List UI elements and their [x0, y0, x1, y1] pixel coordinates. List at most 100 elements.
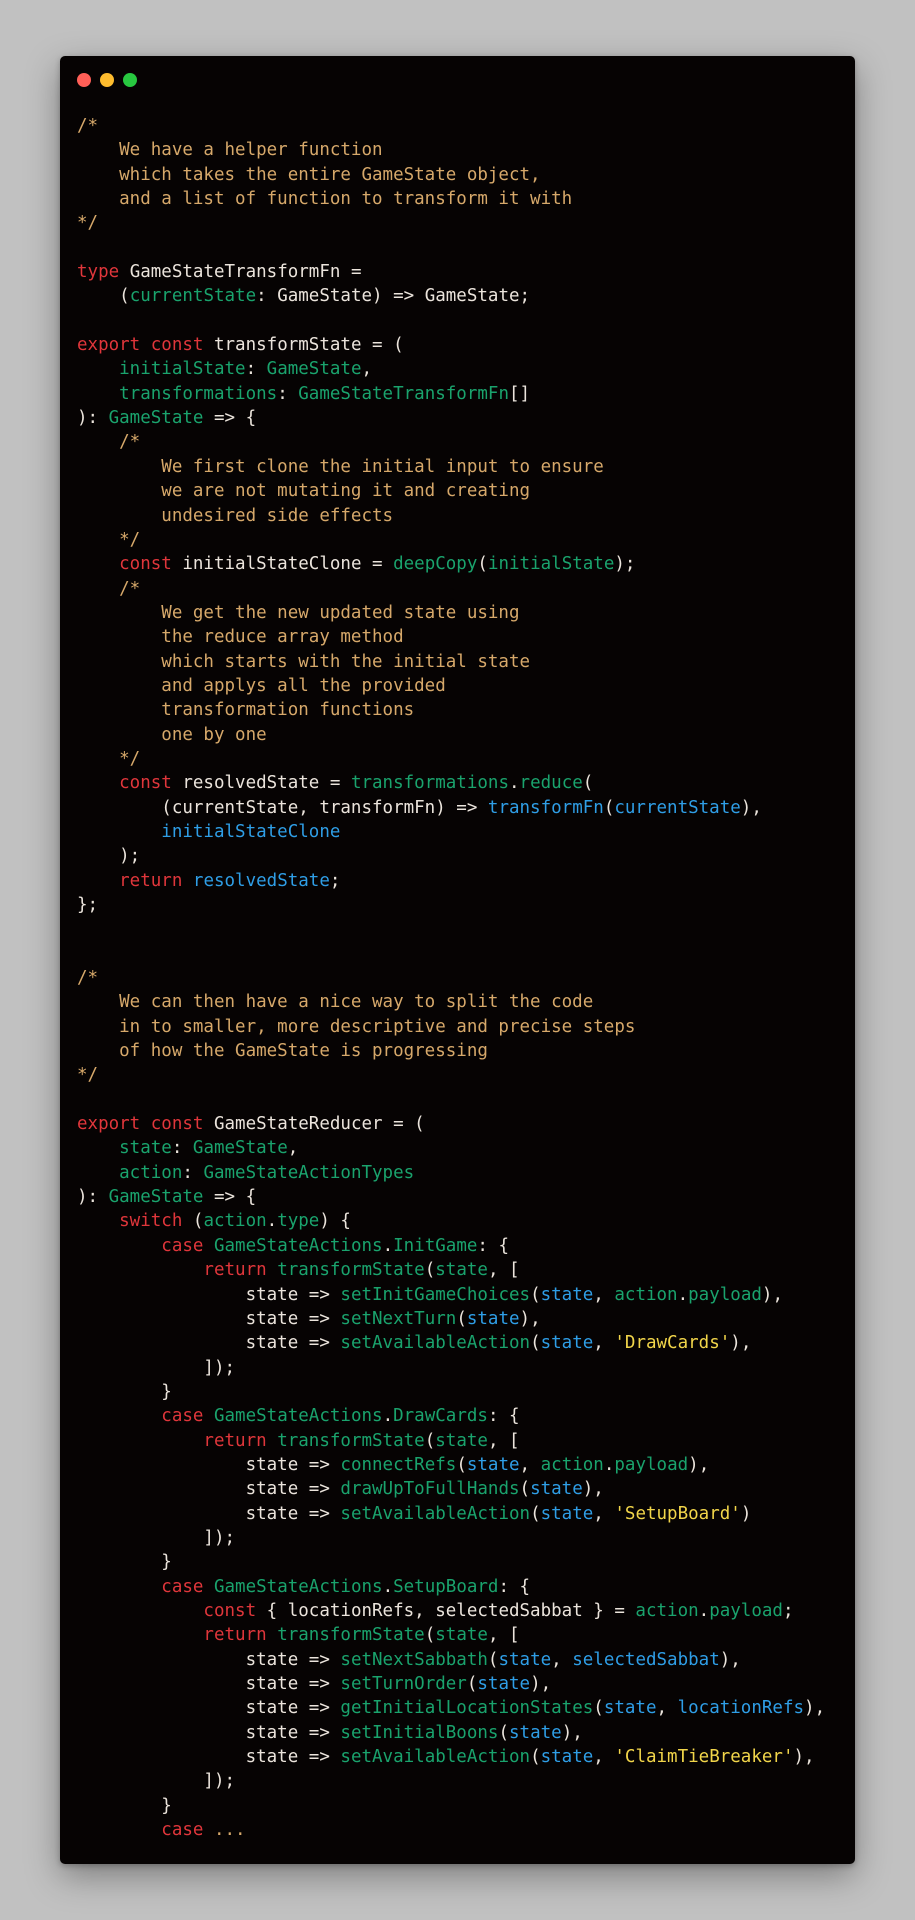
code-token: setAvailableAction — [340, 1333, 531, 1354]
code-token: ... — [213, 1820, 246, 1841]
code-token: => { — [203, 408, 257, 429]
code-token: drawUpToFullHands — [340, 1479, 520, 1500]
code-token: We get the new updated state using — [77, 602, 520, 623]
code-line: */ — [77, 1063, 825, 1087]
code-token: setNextSabbath — [340, 1649, 488, 1670]
code-token: ( — [456, 1308, 467, 1329]
code-line: transformations: GameStateTransformFn[] — [77, 382, 825, 406]
code-token: ( — [498, 1722, 509, 1743]
code-token: locationRefs — [677, 1698, 805, 1719]
code-line: state => connectRefs(state, action.paylo… — [77, 1453, 825, 1477]
code-line: ): GameState => { — [77, 406, 825, 430]
code-token: state — [530, 1479, 583, 1500]
code-token: state — [477, 1674, 531, 1694]
code-token: ( — [530, 1503, 541, 1524]
code-token: GameStateTransformFn = — [119, 262, 362, 283]
code-token: : — [171, 1138, 193, 1159]
code-line: const resolvedState = transformations.re… — [77, 771, 825, 795]
code-token: (currentState, transformFn) => — [77, 797, 488, 818]
minimize-button[interactable] — [100, 73, 114, 87]
code-token: GameStateActionTypes — [203, 1162, 415, 1183]
code-line: ]); — [77, 1769, 825, 1793]
code-token: ( — [603, 797, 615, 818]
code-token: */ — [77, 529, 141, 550]
code-line: return transformState(state, [ — [77, 1429, 825, 1453]
code-token: We first clone the initial input to ensu… — [77, 456, 604, 477]
code-token: return — [77, 1625, 267, 1646]
code-token: resolvedState = — [171, 773, 351, 794]
code-line: /* — [77, 114, 825, 138]
code-token: . — [698, 1600, 710, 1621]
code-token: */ — [77, 748, 141, 769]
code-line: state => setAvailableAction(state, 'Clai… — [77, 1745, 825, 1769]
code-token: setNextTurn — [340, 1308, 457, 1329]
code-token: action — [203, 1211, 267, 1232]
code-token: case — [77, 1406, 204, 1427]
code-token: state — [540, 1284, 594, 1305]
code-token: ; — [329, 870, 341, 891]
code-token: state => — [77, 1308, 341, 1329]
code-token: /* — [77, 578, 141, 599]
code-line: */ — [77, 747, 825, 771]
code-line: state => setInitialBoons(state), — [77, 1721, 825, 1745]
code-token: in to smaller, more descriptive and prec… — [77, 1016, 636, 1037]
code-token: transformState = ( — [203, 335, 404, 356]
code-token: connectRefs — [340, 1454, 457, 1475]
code-token: selectedSabbat — [572, 1649, 720, 1670]
code-token: ; — [782, 1600, 794, 1621]
code-token: const — [77, 1600, 257, 1621]
code-token: GameState — [192, 1138, 288, 1159]
code-token: state => — [77, 1722, 341, 1743]
code-token: We have a helper function — [77, 140, 383, 161]
code-token: ), — [561, 1722, 583, 1743]
code-token: . — [266, 1211, 278, 1232]
code-token: , — [519, 1454, 541, 1475]
code-line: case GameStateActions.SetupBoard: { — [77, 1575, 825, 1599]
code-token: => { — [203, 1187, 257, 1208]
code-token: . — [509, 773, 520, 794]
code-token: state — [540, 1747, 594, 1768]
code-line: /* — [77, 966, 825, 990]
code-token: : — [277, 383, 299, 404]
code-token: ( — [593, 1698, 604, 1719]
close-button[interactable] — [77, 73, 91, 87]
code-token: state — [466, 1454, 520, 1475]
code-token: GameStateReducer = ( — [203, 1114, 425, 1135]
code-line: initialStateClone — [77, 820, 825, 844]
code-token: we are not mutating it and creating — [77, 481, 531, 502]
code-line: undesired side effects — [77, 504, 825, 528]
code-token: initialStateClone — [77, 821, 341, 842]
code-token: transformations — [350, 773, 509, 794]
code-line: }; — [77, 893, 825, 917]
code-token: ( — [477, 554, 488, 575]
code-token: payload — [614, 1454, 689, 1475]
code-token: setTurnOrder — [340, 1674, 467, 1694]
code-token: */ — [77, 1065, 99, 1086]
code-token: undesired side effects — [77, 505, 394, 526]
code-line: ): GameState => { — [77, 1185, 825, 1209]
code-token: ( — [424, 1260, 436, 1281]
code-token: , — [361, 359, 373, 380]
code-token: ), — [740, 797, 762, 818]
code-token: state — [435, 1625, 488, 1646]
code-token: state — [540, 1503, 594, 1524]
code-token: ( — [487, 1649, 499, 1670]
code-token: setAvailableAction — [340, 1747, 531, 1768]
code-line: we are not mutating it and creating — [77, 479, 825, 503]
code-token: setInitialBoons — [340, 1722, 499, 1743]
code-token: state — [603, 1698, 657, 1719]
code-token: transformations — [77, 383, 278, 404]
maximize-button[interactable] — [123, 73, 137, 87]
code-token: ( — [456, 1454, 467, 1475]
code-line: ]); — [77, 1356, 825, 1380]
code-line: state => setNextSabbath(state, selectedS… — [77, 1648, 825, 1672]
code-token: setInitGameChoices — [340, 1284, 531, 1305]
code-token: */ — [77, 213, 99, 234]
code-token: /* — [77, 116, 99, 136]
code-token: action — [77, 1162, 183, 1183]
code-line: state => getInitialLocationStates(state,… — [77, 1696, 826, 1720]
